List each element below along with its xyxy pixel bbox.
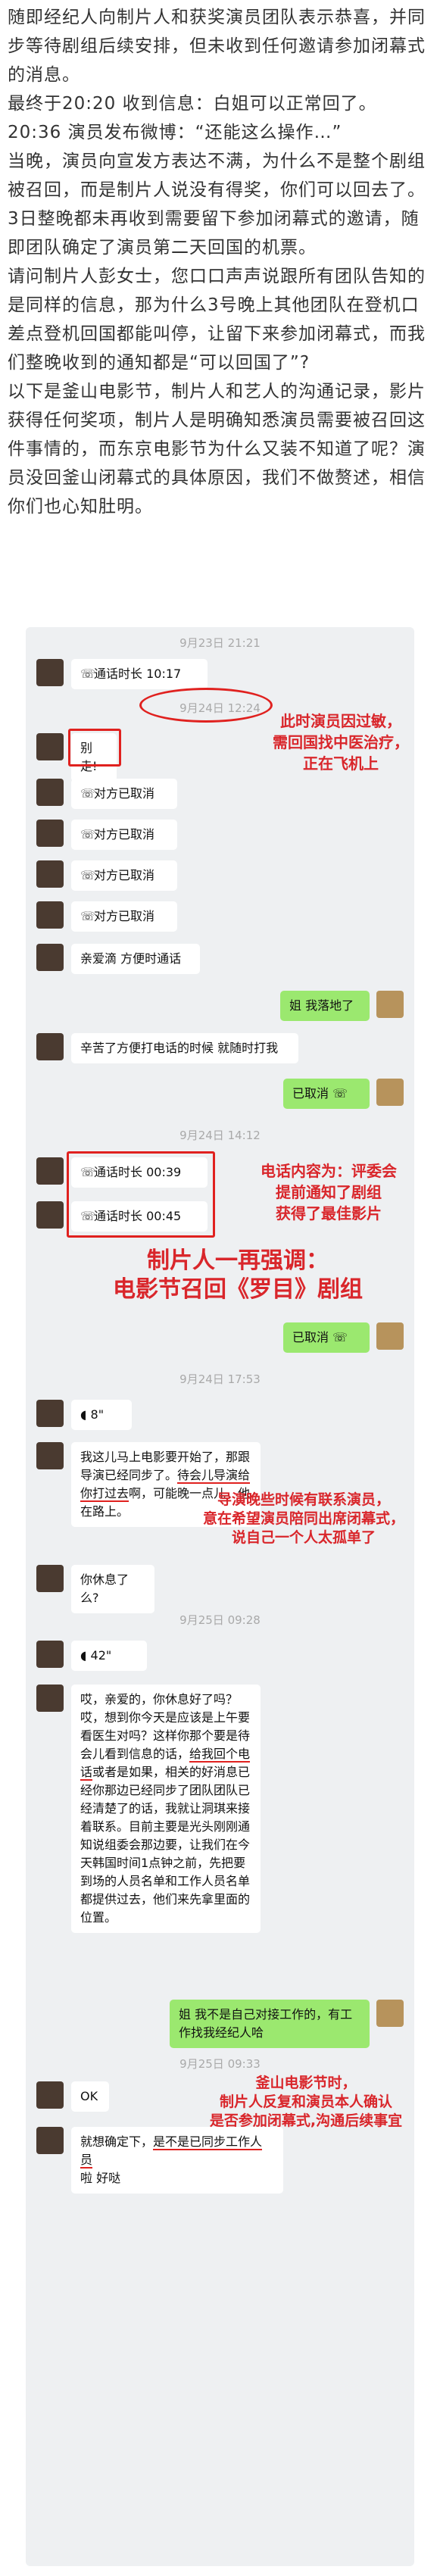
voice-message[interactable]: ◖ 8" [71, 1400, 132, 1430]
article-paragraph: 最终于20:20 收到信息：白姐可以正常回了。 [8, 94, 377, 114]
message-bubble[interactable]: OK [71, 2081, 109, 2112]
annotation: 釜山电影节时， 制片人反复和演员本人确认 是否参加闭幕式,沟通后续事宜 [209, 2075, 403, 2129]
highlight-box [67, 1151, 215, 1238]
call-record[interactable]: ☏对方已取消 [71, 901, 177, 932]
message-bubble[interactable]: 就想确定下，是不是已同步工作人员啦 好哒 [71, 2127, 283, 2194]
annotation: 制片人一再强调： 电影节召回《罗目》剧组 [113, 1247, 363, 1303]
article-paragraph: 随即经纪人向制片人和获奖演员团队表示恭喜，并同步等待剧组后续安排，但未收到任何邀… [8, 8, 426, 85]
article-paragraph: 以下是釜山电影节，制片人和艺人的沟通记录，影片获得任何奖项，制片人是明确知悉演员… [8, 382, 426, 517]
message-bubble[interactable]: 姐 我落地了 [280, 991, 370, 1021]
avatar [376, 1079, 404, 1106]
avatar [36, 944, 64, 971]
message-bubble[interactable]: 亲爱滴 方便时通话 [71, 944, 200, 974]
voice-icon: ◖ [80, 1648, 87, 1663]
avatar [36, 901, 64, 929]
article-paragraph: 3日整晚都未再收到需要留下参加闭幕式的邀请，随即团队确定了演员第二天回国的机票。 [8, 209, 420, 258]
phone-icon: ☏ [80, 827, 96, 841]
phone-icon: ☏ [332, 1330, 348, 1344]
avatar [36, 779, 64, 806]
avatar [36, 1033, 64, 1060]
call-duration: 通话时长 10:17 [94, 667, 182, 681]
voice-icon: ◖ [80, 1407, 87, 1422]
phone-icon: ☏ [80, 786, 96, 801]
avatar [36, 2127, 64, 2154]
call-record[interactable]: ☏对方已取消 [71, 779, 177, 809]
avatar [36, 1685, 64, 1712]
phone-icon: ☏ [80, 868, 96, 882]
avatar [36, 1565, 64, 1592]
article-body: 随即经纪人向制片人和获奖演员团队表示恭喜，并同步等待剧组后续安排，但未收到任何邀… [0, 0, 440, 521]
message-bubble[interactable]: 哎，亲爱的，你休息好了吗？哎，想到你今天是应该是上午要看医生对吗？这样你那个要是… [71, 1685, 261, 1933]
chat-screenshot: 9月23日 21:21 ☏通话时长 10:17 9月24日 12:24 别走! … [26, 627, 414, 2566]
voice-message[interactable]: ◖ 42" [71, 1641, 147, 1671]
article-paragraph: 20:36 演员发布微博：“还能这么操作…” [8, 123, 342, 142]
avatar [36, 820, 64, 847]
avatar [36, 659, 64, 686]
phone-icon: ☏ [332, 1086, 348, 1101]
timestamp: 9月24日 17:53 [179, 1372, 261, 1386]
call-record[interactable]: ☏对方已取消 [71, 860, 177, 891]
annotation: 电话内容为：评委会 提前通知了剧组 获得了最佳影片 [261, 1162, 397, 1222]
highlight-box [68, 729, 121, 767]
call-record[interactable]: ☏对方已取消 [71, 820, 177, 850]
call-record[interactable]: ☏通话时长 10:17 [71, 659, 208, 689]
annotation: 导演晚些时候有联系演员， 意在希望演员陪同出席闭幕式， 说自己一个人太孤单了 [202, 1491, 404, 1546]
avatar [36, 1442, 64, 1469]
avatar [36, 733, 64, 760]
article-paragraph: 当晚，演员向宣发方表达不满，为什么不是整个剧组被召回，而是制片人说没有得奖，你们… [8, 151, 426, 200]
avatar [36, 1641, 64, 1668]
message-bubble[interactable]: 你休息了么? [71, 1565, 154, 1613]
annotation: 此时演员因过敏， 需回国找中医治疗， 正在飞机上 [273, 712, 409, 773]
article-paragraph: 请问制片人彭女士，您口口声声说跟所有团队告知的是同样的信息，那为什么3号晚上其他… [8, 267, 426, 373]
avatar [36, 1400, 64, 1427]
call-record[interactable]: 已取消 ☏ [283, 1322, 370, 1353]
message-bubble[interactable]: 辛苦了方便打电话的时候 就随时打我 [71, 1033, 298, 1063]
timestamp: 9月24日 14:12 [179, 1129, 261, 1142]
avatar [376, 2000, 404, 2027]
timestamp: 9月25日 09:28 [179, 1613, 261, 1627]
timestamp: 9月23日 21:21 [179, 636, 261, 650]
call-record[interactable]: 已取消 ☏ [283, 1079, 370, 1109]
message-bubble[interactable]: 姐 我不是自己对接工作的，有工作找我经纪人哈 [170, 2000, 370, 2048]
phone-icon: ☏ [80, 909, 96, 923]
avatar [36, 2081, 64, 2109]
avatar [36, 860, 64, 888]
highlight-oval [139, 688, 273, 723]
timestamp: 9月25日 09:33 [179, 2057, 261, 2071]
phone-icon: ☏ [80, 667, 96, 681]
avatar [376, 991, 404, 1018]
avatar [36, 1201, 64, 1229]
avatar [36, 1157, 64, 1185]
avatar [376, 1322, 404, 1350]
